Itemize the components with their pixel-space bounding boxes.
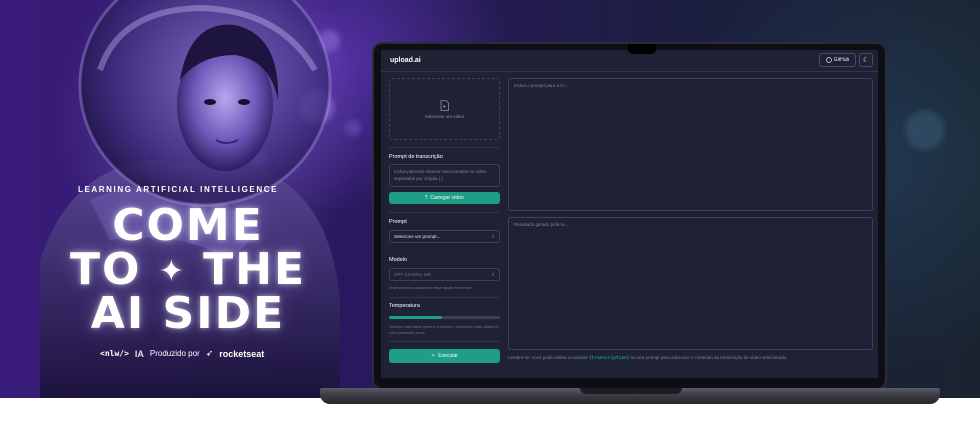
app-logo[interactable]: upload.ai: [390, 57, 421, 64]
footer-note: Lembre-se: você pode utilizar a variável…: [508, 355, 873, 361]
rocketseat-logo: rocketseat: [219, 348, 265, 359]
model-hint: Você poderá customizar essa opção em bre…: [389, 285, 472, 290]
theme-toggle-button[interactable]: ☾: [859, 53, 873, 67]
transcription-prompt-input[interactable]: Inclua palavras-chaves mencionadas no ví…: [389, 164, 500, 187]
headline-line-3: AI SIDE: [90, 288, 286, 339]
execute-button[interactable]: ✧ Executar: [389, 349, 500, 363]
rocket-icon: ➶: [205, 348, 214, 358]
footer-text-after: no seu prompt para adicionar o conteúdo …: [630, 355, 788, 360]
model-select[interactable]: GPT 3.5-turbo 16k ⇕: [389, 268, 500, 281]
video-dropzone[interactable]: Selecione um vídeo: [389, 78, 500, 140]
temperature-hint: Valores mais altos tendem a deixar o res…: [389, 324, 499, 335]
dropzone-label: Selecione um vídeo: [424, 113, 465, 119]
credits: <nlw/> IA Produzido por ➶ rocketseat: [100, 348, 280, 359]
divider: [389, 341, 500, 342]
upload-video-button[interactable]: ⤒ Carregar vídeo: [389, 192, 500, 204]
upload-icon: ⤒: [425, 195, 428, 201]
moon-icon: ☾: [862, 57, 870, 64]
chevron-updown-icon: ⇕: [491, 271, 495, 277]
headline-line-1: COME: [112, 200, 264, 251]
prompt-select-value: Selecione um prompt...: [394, 234, 441, 239]
temperature-label: Temperatura: [389, 303, 420, 309]
execute-label: Executar: [438, 353, 458, 359]
model-select-value: GPT 3.5-turbo 16k: [394, 272, 431, 277]
bokeh-light: [905, 110, 945, 150]
github-icon: [825, 57, 832, 63]
file-video-icon: [440, 99, 449, 111]
upload-video-label: Carregar vídeo: [430, 195, 464, 201]
temperature-slider[interactable]: [389, 316, 500, 319]
prompt-textarea[interactable]: Inclua o prompt para a IA...: [508, 78, 873, 211]
prompt-select[interactable]: Selecione um prompt... ⇕: [389, 230, 500, 243]
sparkle-icon: ✦: [158, 254, 186, 289]
footer-text-before: Lembre-se: você pode utilizar a variável: [508, 355, 588, 360]
model-label: Modelo: [389, 257, 408, 263]
prompt-label: Prompt: [389, 219, 407, 225]
divider: [389, 147, 500, 148]
transcription-prompt-label: Prompt de transcrição: [389, 154, 443, 160]
produced-by-text: Produzido por: [149, 349, 200, 358]
temperature-slider-fill: [389, 316, 443, 319]
divider: [389, 212, 500, 213]
github-button[interactable]: GitHub: [819, 53, 856, 67]
result-textarea[interactable]: Resultado gerado pela IA...: [508, 217, 873, 350]
ia-logo: IA: [134, 348, 144, 359]
sidebar: Selecione um vídeo Prompt de transcrição…: [389, 78, 501, 374]
github-label: GitHub: [833, 57, 850, 63]
magic-wand-icon: ✧: [431, 353, 436, 359]
app-screen: upload.ai GitHub ☾ Selecione um vídeo Pr…: [381, 50, 878, 378]
chevron-updown-icon: ⇕: [491, 233, 495, 239]
nlw-logo: <nlw/>: [100, 349, 129, 358]
tagline: LEARNING ARTIFICIAL INTELLIGENCE: [77, 185, 279, 194]
transcription-variable: {transcription}: [588, 356, 630, 361]
laptop-base-groove: [580, 388, 682, 394]
camera-notch: [628, 44, 656, 54]
divider: [389, 297, 500, 298]
